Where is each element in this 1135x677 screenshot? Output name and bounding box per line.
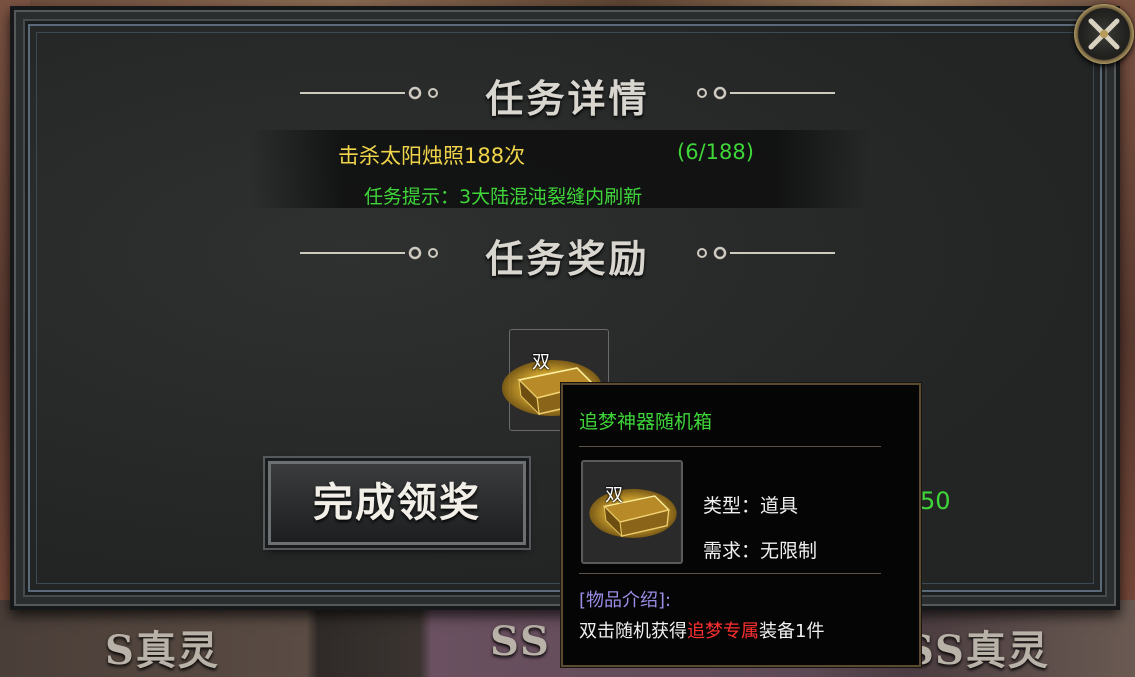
task-hint: 任务提示：3大陆混沌裂缝内刷新 [364, 186, 643, 208]
tooltip-requirement: 需求：无限制 [703, 540, 818, 562]
description-suffix: 装备1件 [759, 621, 825, 642]
crossed-swords-close-icon [1088, 18, 1120, 50]
description-highlight: 追梦专属 [687, 621, 759, 642]
item-tooltip: 追梦神器随机箱 双 类型：道具 需求：无限制 [物品介绍]: 双击随机获得追梦专… [561, 383, 921, 667]
reward-title: 任务奖励 [485, 236, 650, 281]
details-title: 任务详情 [485, 76, 650, 121]
background-tab-label: S真灵 [105, 627, 220, 674]
close-button[interactable] [1074, 4, 1134, 64]
partial-count-text: 50 [920, 487, 951, 515]
tooltip-description-heading: [物品介绍]: [579, 590, 672, 611]
tooltip-item-badge: 双 [605, 485, 623, 506]
background-tab-label: SS [490, 618, 551, 665]
background-tab-label: SS真灵 [905, 627, 1050, 674]
description-prefix: 双击随机获得 [579, 621, 687, 642]
tooltip-divider [579, 446, 881, 447]
tooltip-item-name: 追梦神器随机箱 [579, 411, 713, 433]
task-objective: 击杀太阳烛照188次 [338, 144, 526, 168]
task-progress: (6/188) [677, 140, 754, 164]
tooltip-divider [579, 573, 881, 574]
claim-reward-button[interactable]: 完成领奖 [268, 461, 526, 545]
golden-chest-icon [589, 489, 677, 538]
reward-badge: 双 [532, 352, 550, 373]
tooltip-description: 双击随机获得追梦专属装备1件 [579, 617, 824, 643]
tooltip-type: 类型：道具 [703, 495, 799, 517]
